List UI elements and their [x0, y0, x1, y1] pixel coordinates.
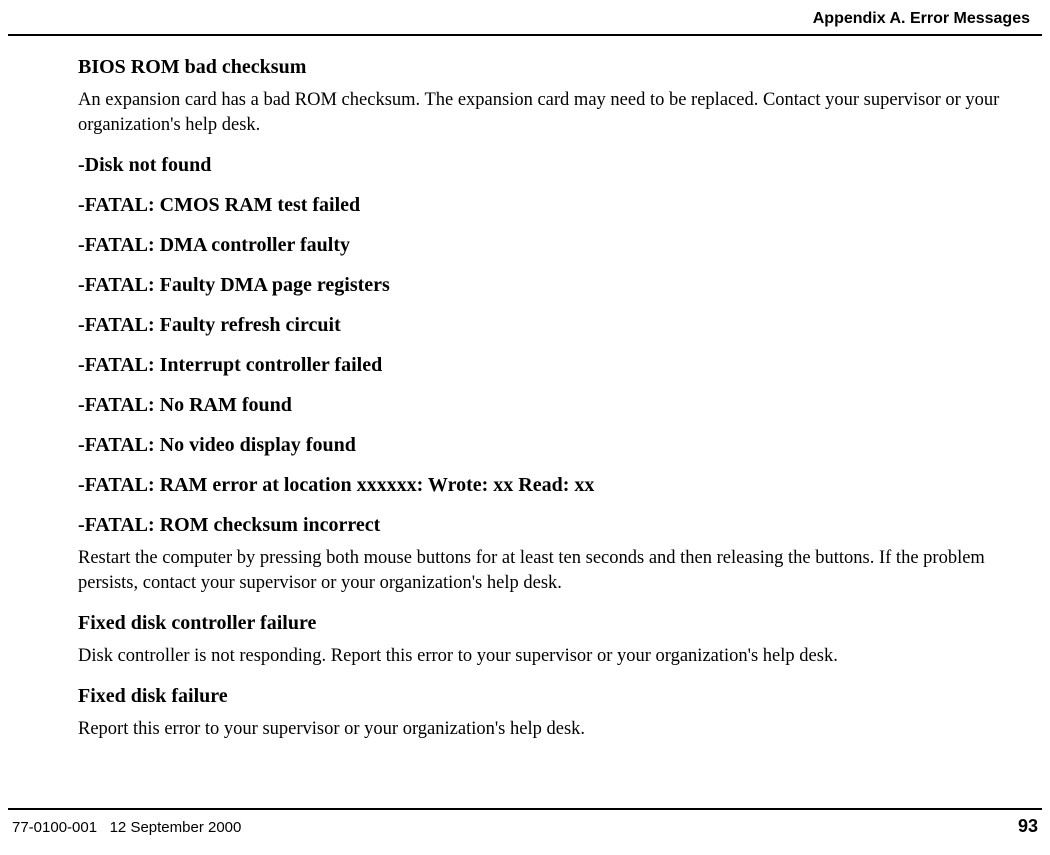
page-number: 93 — [1018, 816, 1042, 837]
doc-id: 77-0100-001 — [12, 819, 97, 836]
error-body: Report this error to your supervisor or … — [78, 717, 1042, 742]
error-heading: -Disk not found — [78, 152, 1042, 178]
error-body: Disk controller is not responding. Repor… — [78, 644, 1042, 669]
error-heading: -FATAL: RAM error at location xxxxxx: Wr… — [78, 472, 1042, 498]
error-heading: -FATAL: ROM checksum incorrect — [78, 512, 1042, 538]
page-content: BIOS ROM bad checksum An expansion card … — [0, 36, 1042, 742]
error-heading: -FATAL: Interrupt controller failed — [78, 352, 1042, 378]
footer-left: 77-0100-001 12 September 2000 — [8, 819, 241, 836]
error-heading: Fixed disk controller failure — [78, 610, 1042, 636]
page-header: Appendix A. Error Messages — [8, 0, 1042, 36]
error-heading: -FATAL: DMA controller faulty — [78, 232, 1042, 258]
error-heading: -FATAL: Faulty refresh circuit — [78, 312, 1042, 338]
doc-date: 12 September 2000 — [110, 819, 242, 836]
appendix-title: Appendix A. Error Messages — [813, 10, 1030, 27]
page-footer: 77-0100-001 12 September 2000 93 — [8, 808, 1042, 837]
error-heading: -FATAL: No RAM found — [78, 392, 1042, 418]
error-heading: -FATAL: Faulty DMA page registers — [78, 272, 1042, 298]
error-heading: BIOS ROM bad checksum — [78, 54, 1042, 80]
error-heading: -FATAL: CMOS RAM test failed — [78, 192, 1042, 218]
error-heading: -FATAL: No video display found — [78, 432, 1042, 458]
error-heading: Fixed disk failure — [78, 683, 1042, 709]
error-body: An expansion card has a bad ROM checksum… — [78, 88, 1042, 138]
error-body: Restart the computer by pressing both mo… — [78, 546, 1042, 596]
